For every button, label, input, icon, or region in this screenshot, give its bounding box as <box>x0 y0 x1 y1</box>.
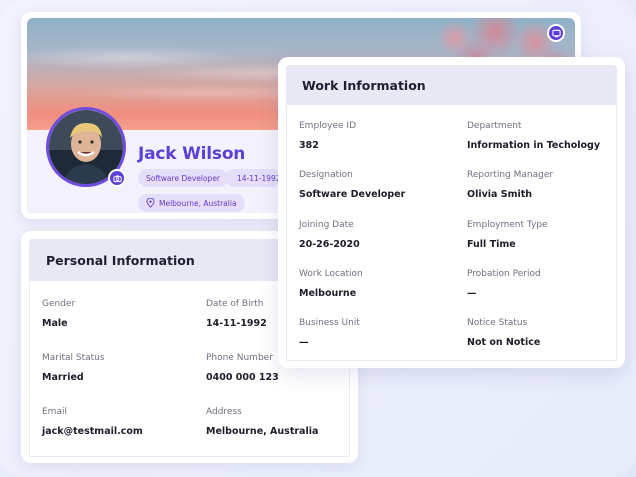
field-value: Melbourne <box>299 288 357 299</box>
field-label: Joining Date <box>299 220 354 230</box>
field-label: Reporting Manager <box>467 170 554 180</box>
field-label: Business Unit <box>299 318 360 328</box>
work-info-title: Work Information <box>302 77 426 93</box>
field-gender: Gender Male <box>42 299 75 329</box>
field-label: Designation <box>299 170 353 180</box>
field-value: 14-11-1992 <box>206 318 267 329</box>
image-edit-icon <box>551 29 561 37</box>
location-chip-label: Melbourne, Australia <box>159 198 237 208</box>
role-chip: Software Developer <box>138 169 229 187</box>
field-label: Date of Birth <box>206 299 264 309</box>
field-value: Olivia Smith <box>467 189 533 200</box>
field-value: Software Developer <box>299 189 406 200</box>
field-marital-status: Marital Status Married <box>42 353 105 383</box>
field-label: Department <box>467 121 522 131</box>
field-label: Work Location <box>299 269 363 279</box>
field-value: — <box>467 288 477 299</box>
field-work-location: Work Location Melbourne <box>299 269 363 299</box>
field-value: jack@testmail.com <box>42 426 143 437</box>
field-value: — <box>299 337 309 348</box>
field-value: 382 <box>299 140 319 151</box>
work-info-header: Work Information <box>286 65 617 105</box>
cover-edit-button[interactable] <box>547 24 565 42</box>
field-label: Employee ID <box>299 121 357 131</box>
field-label: Employment Type <box>467 220 548 230</box>
field-label: Address <box>206 407 242 417</box>
location-chip: Melbourne, Australia <box>138 194 245 212</box>
field-value: Not on Notice <box>467 337 541 348</box>
map-pin-icon <box>146 198 155 208</box>
field-label: Marital Status <box>42 353 105 363</box>
field-joining-date: Joining Date 20-26-2020 <box>299 220 360 250</box>
field-employee-id: Employee ID 382 <box>299 121 356 151</box>
field-value: Married <box>42 372 84 383</box>
role-chip-label: Software Developer <box>146 173 221 183</box>
field-label: Notice Status <box>467 318 528 328</box>
field-designation: Designation Software Developer <box>299 170 405 200</box>
dob-chip: 14-11-1992 <box>225 169 281 187</box>
field-value: Full Time <box>467 239 516 250</box>
work-info-card: Work Information Employee ID 382 Departm… <box>278 57 625 368</box>
field-department: Department Information in Techology <box>467 121 600 151</box>
profile-name: Jack Wilson <box>138 144 246 164</box>
camera-icon <box>112 174 122 182</box>
field-value: Male <box>42 318 68 329</box>
dob-chip-label: 14-11-1992 <box>237 173 281 183</box>
field-reporting-manager: Reporting Manager Olivia Smith <box>467 170 553 200</box>
field-notice-status: Notice Status Not on Notice <box>467 318 540 348</box>
field-value: 20-26-2020 <box>299 239 360 250</box>
field-label: Email <box>42 407 67 417</box>
field-date-of-birth: Date of Birth 14-11-1992 <box>206 299 267 329</box>
field-business-unit: Business Unit — <box>299 318 360 348</box>
field-label: Phone Number <box>206 353 273 363</box>
field-employment-type: Employment Type Full Time <box>467 220 548 250</box>
field-phone-number: Phone Number 0400 000 123 <box>206 353 279 383</box>
field-probation-period: Probation Period — <box>467 269 541 299</box>
avatar-camera-button[interactable] <box>108 169 126 187</box>
work-info-body: Employee ID 382 Department Information i… <box>286 105 617 361</box>
field-value: Melbourne, Australia <box>206 426 319 437</box>
field-label: Probation Period <box>467 269 541 279</box>
personal-info-title: Personal Information <box>46 252 195 268</box>
field-value: 0400 000 123 <box>206 372 279 383</box>
field-label: Gender <box>42 299 76 309</box>
field-email: Email jack@testmail.com <box>42 407 143 437</box>
field-value: Information in Techology <box>467 140 601 151</box>
field-address: Address Melbourne, Australia <box>206 407 318 437</box>
